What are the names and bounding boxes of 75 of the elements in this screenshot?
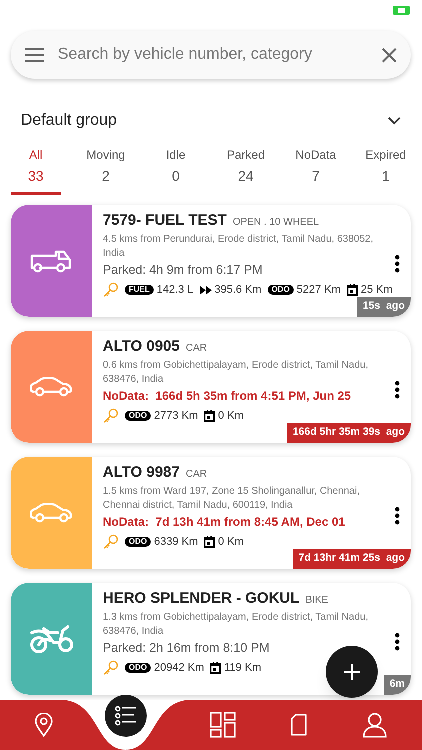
status-tab[interactable]: Idle 0 [151,147,201,195]
key-icon [103,534,119,550]
metric-value: 25 Km [360,283,393,298]
vehicle-category: CAR [186,342,208,356]
vehicle-status: NoData: 7d 13h 41m from 8:45 AM, Dec 01 [103,514,346,530]
metric-value: 20942 Km [154,661,204,676]
vehicle-address: 1.5 kms from Ward 197, Zone 15 Sholinganallur, Chennai, Chennai district, Tamil Nadu, 600119, India [103,485,361,513]
menu-icon[interactable] [25,48,44,62]
update-age: 6m [384,675,411,695]
vehicle-card[interactable]: 7579- FUEL TEST OPEN . 10 WHEEL 4.5 kms from Perundurai, Erode district, Tamil Nadu, 638052, India Parked: 4h 9m from 6:17 PM FUEL 142.3 L 395.6 Km ODO 5227 Km 25 Km 15s ago [11,205,411,317]
more-icon[interactable] [395,633,400,651]
vehicle-category: OPEN . 10 WHEEL [232,216,320,230]
vehicle-name: HERO SPLENDER - GOKUL [103,589,300,609]
calendar-icon [204,536,216,548]
vehicle-address: 1.3 kms from Gobichettipalayam, Erode district, Tamil Nadu, 638476, India [103,611,370,639]
status-tab[interactable]: All 33 [11,147,61,195]
key-icon [103,660,119,676]
metric-value: 0 Km [218,409,244,424]
metric-value: 142.3 L [156,283,194,298]
key-icon [103,282,119,298]
fast-forward-icon [200,286,212,295]
group-selector[interactable]: Default group [21,109,401,133]
update-age: 7d 13hr 41m 25s ago [292,549,411,569]
calendar-icon [204,410,216,422]
status-tab[interactable]: Moving 2 [81,147,131,195]
document-icon[interactable] [290,714,308,736]
update-age: 15s ago [356,297,411,317]
truck-icon [30,248,74,274]
calendar-icon [210,662,222,674]
user-icon[interactable] [362,712,387,738]
car-icon [30,502,74,524]
vehicle-category: CAR [186,468,208,482]
vehicle-card[interactable]: ALTO 9987 CAR 1.5 kms from Ward 197, Zone 15 Sholinganallur, Chennai, Chennai district, Tamil Nadu, 600119, India NoData: 7d 13h 41m from 8:45 AM, Dec 01 ODO 6339 Km 0 Km 7d 13hr 41m 25s ago [11,457,411,569]
search-bar[interactable]: Search by vehicle number, category [11,31,411,79]
more-icon[interactable] [395,255,400,273]
vehicle-name: ALTO 0905 [103,337,180,357]
motorcycle-icon [28,623,74,655]
car-icon [30,376,74,398]
vehicle-status: Parked: 2h 16m from 8:10 PM [103,640,270,656]
status-tab[interactable]: NoData 7 [291,147,341,195]
vehicle-status: NoData: 166d 5h 35m from 4:51 PM, Jun 25 [103,388,352,404]
close-icon[interactable] [382,48,397,62]
battery-icon [393,6,410,15]
vehicle-status: Parked: 4h 9m from 6:17 PM [103,262,263,278]
status-tab[interactable]: Parked 24 [221,147,271,195]
vehicle-name: ALTO 9987 [103,463,180,483]
vehicle-category: BIKE [306,594,328,608]
calendar-icon [346,284,358,296]
vehicle-name: 7579- FUEL TEST [103,211,227,231]
metric-tag: ODO [268,285,294,296]
dashboard-icon[interactable] [210,712,236,738]
more-icon[interactable] [395,381,400,399]
metric-value: 5227 Km [296,283,341,298]
metric-tag: ODO [125,537,152,548]
chevron-down-icon [388,117,401,125]
vehicle-card[interactable]: ALTO 0905 CAR 0.6 kms from Gobichettipalayam, Erode district, Tamil Nadu, 638476, India NoData: 166d 5h 35m from 4:51 PM, Jun 25 ODO 2773 Km 0 Km 166d 5hr 35m 39s ago [11,331,411,443]
vehicle-card[interactable]: HERO SPLENDER - GOKUL BIKE 1.3 kms from Gobichettipalayam, Erode district, Tamil Nadu, 638476, India Parked: 2h 16m from 8:10 PM ODO 20942 Km 119 Km 6m [11,583,411,695]
search-field[interactable]: Search by vehicle number, category [58,43,368,67]
key-icon [103,408,119,424]
plus-icon [344,664,360,680]
list-icon [115,706,137,726]
vehicle-address: 4.5 kms from Perundurai, Erode district, Tamil Nadu, 638052, India [103,233,374,261]
metric-value: 6339 Km [154,535,198,550]
update-age: 166d 5hr 35m 39s ago [286,423,411,443]
status-tab[interactable]: Expired 1 [361,147,411,195]
location-pin-icon[interactable] [35,713,54,737]
metric-value: 0 Km [218,535,244,550]
metric-tag: FUEL [125,285,154,296]
metric-value: 395.6 Km [214,283,262,298]
more-icon[interactable] [395,507,400,525]
vehicle-address: 0.6 kms from Gobichettipalayam, Erode district, Tamil Nadu, 638476, India [103,359,370,387]
metric-value: 2773 Km [154,409,198,424]
metric-tag: ODO [125,411,152,422]
metric-value: 119 Km [224,661,262,676]
metric-tag: ODO [125,663,152,674]
